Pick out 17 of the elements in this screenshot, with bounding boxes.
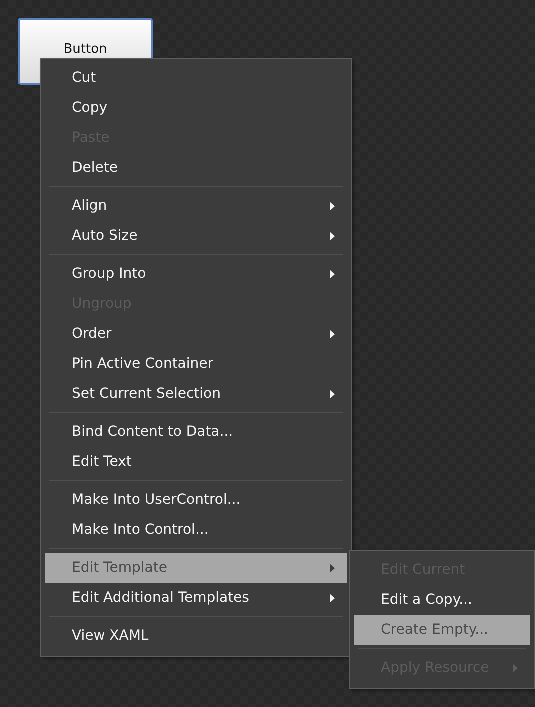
menu-item[interactable]: Order <box>45 319 347 349</box>
menu-item[interactable]: Set Current Selection <box>45 379 347 409</box>
menu-item[interactable]: Copy <box>45 93 347 123</box>
menu-item[interactable]: Make Into UserControl... <box>45 485 347 515</box>
menu-item[interactable]: Pin Active Container <box>45 349 347 379</box>
menu-item[interactable]: Delete <box>45 153 347 183</box>
menu-item[interactable]: Make Into Control... <box>45 515 347 545</box>
menu-item[interactable]: Edit Text <box>45 447 347 477</box>
menu-item[interactable]: Align <box>45 191 347 221</box>
menu-item[interactable]: Edit Additional Templates <box>45 583 347 613</box>
menu-item[interactable]: Auto Size <box>45 221 347 251</box>
menu-item[interactable]: Edit Template <box>45 553 347 583</box>
menu-item[interactable]: Create Empty... <box>354 615 530 645</box>
menu-item[interactable]: Bind Content to Data... <box>45 417 347 447</box>
menu-item[interactable]: View XAML <box>45 621 347 651</box>
menu-item[interactable]: Group Into <box>45 259 347 289</box>
menu-item[interactable]: Edit a Copy... <box>354 585 530 615</box>
